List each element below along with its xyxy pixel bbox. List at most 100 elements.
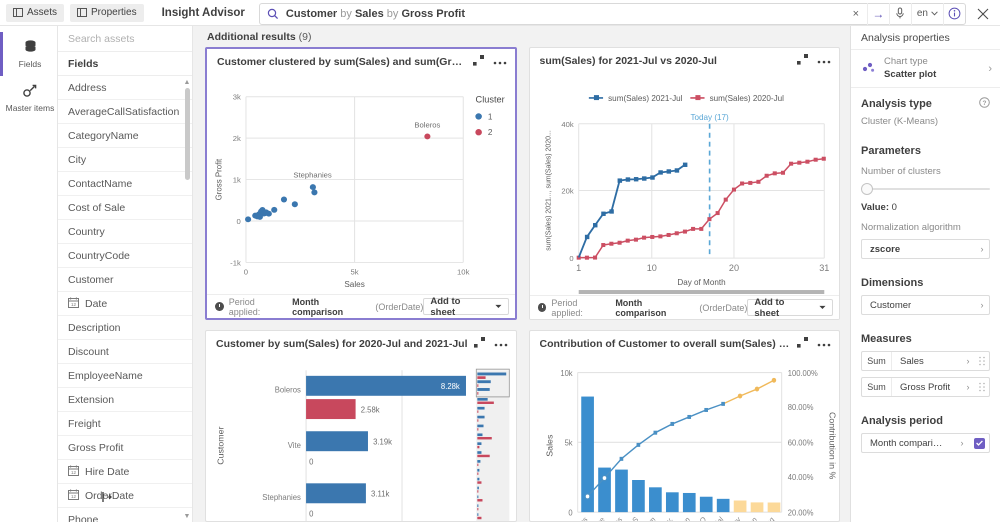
slider-knob[interactable] bbox=[861, 183, 873, 195]
period-value: Month comparison bbox=[615, 297, 667, 318]
rail-item-master-items[interactable]: Master items bbox=[0, 76, 57, 120]
asset-field-row[interactable]: 12 OrderDate bbox=[58, 484, 192, 508]
top-toolbar: Assets Properties Insight Advisor Custom… bbox=[0, 0, 1000, 26]
drag-handle-icon[interactable] bbox=[975, 382, 989, 392]
more-options-icon[interactable] bbox=[817, 338, 831, 350]
clear-search-icon[interactable]: × bbox=[845, 3, 867, 25]
language-selector[interactable]: en bbox=[910, 2, 943, 25]
chart-type-label: Chart type bbox=[884, 56, 928, 68]
asset-field-row[interactable]: Address bbox=[58, 76, 192, 100]
more-options-icon[interactable] bbox=[493, 56, 507, 68]
svg-text:10k: 10k bbox=[457, 267, 470, 276]
measure-item-sales[interactable]: Sum Sales › bbox=[861, 351, 990, 371]
analysis-type-value: Cluster (K-Means) bbox=[861, 116, 939, 127]
result-card-scatter[interactable]: Customer clustered by sum(Sales) and sum… bbox=[205, 47, 517, 320]
measure-item-gross-profit[interactable]: Sum Gross Profit › bbox=[861, 377, 990, 397]
dimension-item-customer[interactable]: Customer › bbox=[861, 295, 990, 315]
tab-properties-label: Properties bbox=[91, 7, 137, 18]
chart-type-row[interactable]: Chart type Scatter plot › bbox=[851, 50, 1000, 88]
asset-field-row[interactable]: EmployeeName bbox=[58, 364, 192, 388]
asset-field-row[interactable]: CountryCode bbox=[58, 244, 192, 268]
clusters-value: 0 bbox=[891, 202, 897, 213]
asset-field-row[interactable]: Gross Profit bbox=[58, 436, 192, 460]
analysis-period-heading: Analysis period bbox=[861, 415, 943, 427]
card-header: sum(Sales) for 2021-Jul vs 2020-Jul bbox=[530, 48, 840, 74]
more-options-icon[interactable] bbox=[494, 338, 508, 350]
calendar-icon: 12 bbox=[68, 465, 79, 479]
chevron-right-icon[interactable]: › bbox=[988, 63, 992, 75]
asset-field-row[interactable]: City bbox=[58, 148, 192, 172]
assets-field-list[interactable]: Address AverageCallSatisfaction CategoryNa… bbox=[58, 76, 192, 522]
svg-text:on: on bbox=[746, 515, 758, 521]
add-to-sheet-button[interactable]: Add to sheet bbox=[423, 296, 509, 318]
asset-field-row[interactable]: Phone bbox=[58, 508, 192, 522]
tab-properties[interactable]: Properties bbox=[70, 3, 144, 22]
results-area: Additional results (9) Customer clustere… bbox=[193, 26, 850, 522]
measure-label: Gross Profit bbox=[900, 381, 951, 393]
search-assets-input[interactable]: Search assets bbox=[58, 26, 192, 52]
scatter-chart[interactable]: 3k 2k 1k 0 -1k 0 5k 10k Sales Gross Prof… bbox=[207, 75, 515, 294]
asset-field-row[interactable]: Cost of Sale bbox=[58, 196, 192, 220]
clusters-slider[interactable] bbox=[861, 183, 990, 195]
svg-text:am: am bbox=[644, 515, 657, 521]
asset-field-row[interactable]: ContactName bbox=[58, 172, 192, 196]
asset-field-row[interactable]: 12 Hire Date bbox=[58, 460, 192, 484]
add-to-sheet-button[interactable]: Add to sheet bbox=[747, 297, 833, 319]
line-chart[interactable]: sum(Sales) 2021-Jul sum(Sales) 2020-Jul bbox=[530, 74, 840, 295]
expand-icon[interactable] bbox=[472, 55, 484, 69]
search-query[interactable]: Customer by Sales by Gross Profit bbox=[286, 8, 845, 20]
asset-field-row[interactable]: CategoryName bbox=[58, 124, 192, 148]
collapse-panel-handle[interactable] bbox=[102, 491, 113, 506]
asset-field-row[interactable]: Freight bbox=[58, 412, 192, 436]
result-card-bar[interactable]: Customer by sum(Sales) for 2020-Jul and … bbox=[205, 330, 517, 522]
asset-field-row[interactable]: Discount bbox=[58, 340, 192, 364]
svg-text:12: 12 bbox=[71, 302, 77, 307]
search-box[interactable]: Customer by Sales by Gross Profit × → en bbox=[258, 2, 966, 25]
tab-assets[interactable]: Assets bbox=[6, 3, 65, 22]
measure-agg: Sum bbox=[862, 352, 892, 370]
scroll-down-icon[interactable]: ▼ bbox=[184, 512, 191, 520]
svg-text:1k: 1k bbox=[233, 176, 241, 185]
panel-icon bbox=[13, 8, 23, 17]
rail-item-fields[interactable]: Fields bbox=[0, 32, 57, 76]
assets-scrollbar[interactable]: ▲ ▼ bbox=[184, 76, 191, 522]
info-icon[interactable] bbox=[943, 2, 965, 25]
close-window-button[interactable] bbox=[966, 8, 1000, 20]
expand-icon[interactable] bbox=[797, 54, 808, 68]
scroll-up-icon[interactable]: ▲ bbox=[184, 78, 191, 86]
analysis-period-checkbox[interactable] bbox=[969, 437, 989, 449]
period-value: Month comparison bbox=[292, 296, 344, 317]
analysis-period-item[interactable]: Month comparison › bbox=[861, 433, 990, 453]
result-card-line[interactable]: sum(Sales) for 2021-Jul vs 2020-Jul sum(… bbox=[528, 47, 840, 320]
svg-text:2k: 2k bbox=[233, 134, 241, 143]
svg-text:1: 1 bbox=[576, 263, 581, 273]
drag-handle-icon[interactable] bbox=[975, 356, 989, 366]
normalization-select[interactable]: zscore › bbox=[861, 239, 990, 259]
help-icon[interactable]: ? bbox=[979, 97, 990, 111]
asset-field-row[interactable]: Country bbox=[58, 220, 192, 244]
expand-icon[interactable] bbox=[797, 337, 808, 351]
slider-track[interactable] bbox=[861, 188, 990, 190]
submit-arrow-icon[interactable]: → bbox=[866, 2, 889, 25]
y2-tick-20: 20.00% bbox=[787, 508, 813, 517]
scatter-points-cluster-1 bbox=[245, 184, 318, 223]
y-tick-10k: 10k bbox=[560, 369, 572, 378]
asset-field-row[interactable]: 12 Date bbox=[58, 292, 192, 316]
scrollbar-thumb[interactable] bbox=[185, 88, 190, 180]
normalization-label: Normalization algorithm bbox=[861, 222, 961, 233]
svg-text:0: 0 bbox=[244, 267, 248, 276]
asset-field-row[interactable]: Description bbox=[58, 316, 192, 340]
svg-text:ov: ov bbox=[731, 515, 743, 521]
bar-chart[interactable]: Customer 8.28k 2.58k Boleros 3.19k 0 Vit… bbox=[206, 357, 516, 521]
card-footer: Period applied: Month comparison (OrderD… bbox=[529, 295, 839, 319]
pareto-chart[interactable]: 10k 5k 0 Sales 100.00% 80.00% 60.00% 40.… bbox=[530, 357, 840, 521]
more-options-icon[interactable] bbox=[817, 55, 831, 67]
result-card-pareto[interactable]: Contribution of Customer to overall sum(… bbox=[528, 330, 840, 522]
x-tick-labels: 0 5k 10k bbox=[244, 267, 470, 276]
expand-icon[interactable] bbox=[473, 337, 485, 351]
y2-tick-40: 40.00% bbox=[787, 473, 813, 482]
microphone-icon[interactable] bbox=[888, 2, 911, 25]
asset-field-row[interactable]: Customer bbox=[58, 268, 192, 292]
asset-field-row[interactable]: Extension bbox=[58, 388, 192, 412]
asset-field-row[interactable]: AverageCallSatisfaction bbox=[58, 100, 192, 124]
